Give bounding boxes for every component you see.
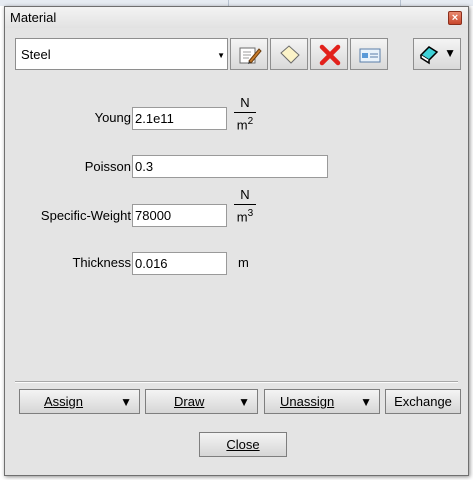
chevron-down-icon: ▼ [217,51,225,60]
chevron-down-icon: ▼ [444,46,456,60]
new-material-button[interactable] [270,38,308,70]
assign-button-label: Assign [44,394,84,409]
unit-numerator: N [240,187,250,202]
delete-icon [319,44,341,66]
eraser-menu-button[interactable]: ▼ [413,38,461,70]
chevron-down-icon: ▼ [120,395,132,409]
specific-weight-unit: N m3 [234,188,256,224]
chevron-down-icon: ▼ [360,395,372,409]
young-unit: N m2 [234,96,256,132]
close-window-icon[interactable]: × [448,11,462,25]
edit-pencil-icon [239,47,262,64]
material-select-value: Steel [21,47,51,62]
thickness-label: Thickness [72,255,131,270]
poisson-field[interactable]: 0.3 [132,155,328,178]
thickness-unit: m [238,255,249,270]
title-bar[interactable]: Material × [5,7,468,28]
unit-numerator: N [240,95,250,110]
edit-material-button[interactable] [230,38,268,70]
unit-denominator: m2 [236,116,254,133]
chevron-down-icon: ▼ [238,395,250,409]
new-sheet-icon [280,45,300,64]
thickness-field[interactable]: 0.016 [132,252,227,275]
window-title: Material [10,10,57,25]
eraser-icon [419,46,439,65]
assign-button[interactable]: Assign ▼ [19,389,140,414]
delete-material-button[interactable] [310,38,348,70]
poisson-label: Poisson [84,159,131,174]
unit-denominator: m3 [236,208,254,225]
material-select[interactable]: Steel ▼ [15,38,228,70]
unassign-button-label: Unassign [280,394,335,409]
specific-weight-field[interactable]: 78000 [132,204,227,227]
window-icon [359,48,381,63]
draw-button[interactable]: Draw ▼ [145,389,258,414]
exchange-button[interactable]: Exchange [385,389,461,414]
young-label: Young [94,110,131,125]
window-view-button[interactable] [350,38,388,70]
specific-weight-label: Specific-Weight [40,208,131,223]
young-field[interactable]: 2.1e11 [132,107,227,130]
close-button[interactable]: Close [199,432,287,457]
separator [15,381,458,383]
material-dialog: Material × Steel ▼ ▼ Young 2.1e11 N m2 P… [4,6,469,476]
unassign-button[interactable]: Unassign ▼ [264,389,380,414]
draw-button-label: Draw [174,394,205,409]
